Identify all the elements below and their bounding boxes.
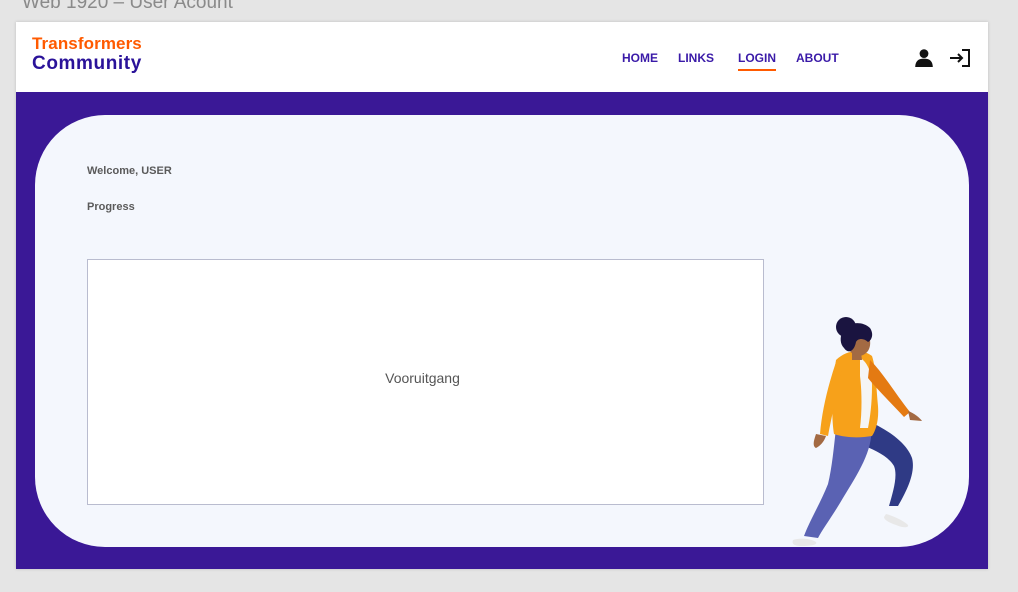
site-header: Transformers Community HOME LINKS LOGIN …	[16, 22, 988, 92]
site-logo[interactable]: Transformers Community	[32, 35, 142, 73]
progress-panel-text: Vooruitgang	[385, 370, 460, 386]
nav-about[interactable]: ABOUT	[796, 51, 839, 65]
progress-heading: Progress	[87, 201, 135, 213]
welcome-message: Welcome, USER	[87, 165, 172, 177]
artboard-title: Web 1920 – User Acount	[22, 0, 233, 13]
nav-links[interactable]: LINKS	[678, 51, 714, 65]
user-icon[interactable]	[914, 48, 934, 68]
main-nav: HOME LINKS LOGIN ABOUT	[622, 51, 859, 71]
walking-woman-illustration	[792, 317, 922, 546]
login-icon[interactable]	[949, 48, 971, 68]
logo-line-2: Community	[32, 53, 142, 74]
progress-panel: Vooruitgang	[87, 259, 764, 505]
nav-login[interactable]: LOGIN	[738, 51, 776, 71]
logo-line-1: Transformers	[32, 34, 142, 53]
nav-home[interactable]: HOME	[622, 51, 658, 65]
